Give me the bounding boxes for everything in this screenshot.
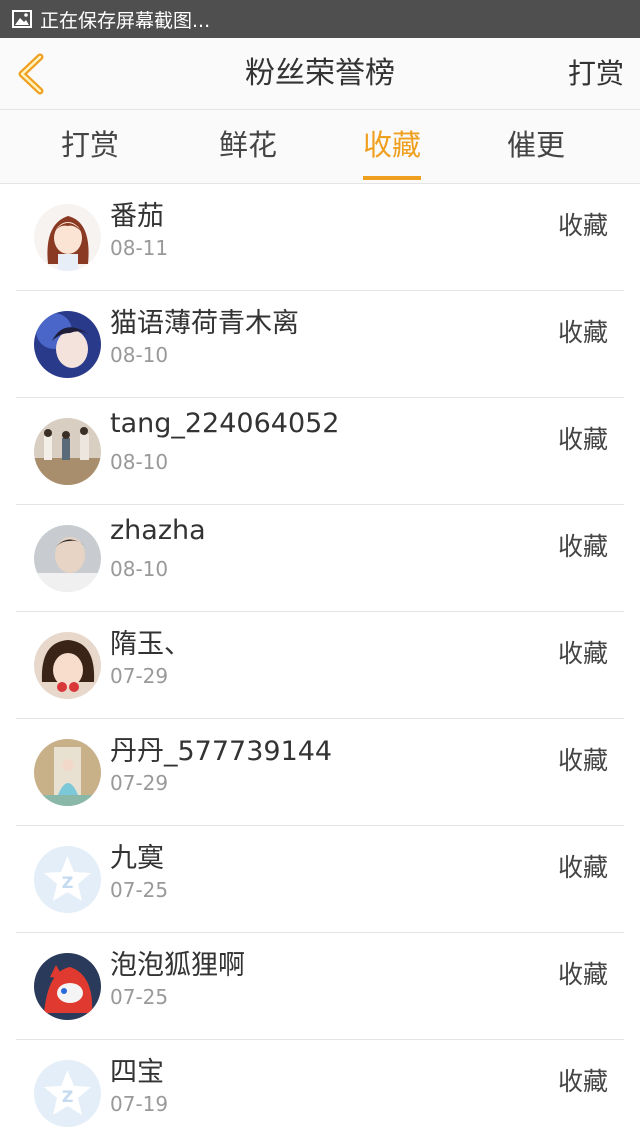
action-label: 收藏: [557, 211, 608, 240]
list-item[interactable]: 猫语薄荷青木离 08-10 收藏: [0, 291, 640, 398]
chevron-left-icon: [18, 53, 44, 95]
tab-collect[interactable]: 收藏: [332, 110, 452, 184]
action-label: 收藏: [557, 425, 608, 454]
list-item[interactable]: Z 四宝 07-19 收藏: [0, 1040, 640, 1138]
action-label: 收藏: [557, 1067, 608, 1096]
date-label: 08-10: [110, 450, 169, 474]
date-label: 08-10: [110, 343, 169, 367]
list-item[interactable]: zhazha 08-10 收藏: [0, 505, 640, 612]
avatar: [34, 204, 101, 271]
status-bar: 正在保存屏幕截图...: [0, 0, 640, 38]
avatar: [34, 953, 101, 1020]
avatar: [34, 632, 101, 699]
user-name: 四宝: [110, 1057, 164, 1088]
tab-label: 收藏: [362, 128, 421, 162]
date-label: 07-25: [110, 878, 169, 902]
image-icon: [12, 10, 32, 28]
tab-underline: [363, 176, 421, 180]
page-title: 粉丝荣誉榜: [245, 56, 395, 91]
tab-label: 打赏: [60, 128, 119, 162]
action-label: 收藏: [557, 318, 608, 347]
tab-label: 催更: [506, 128, 565, 162]
action-label: 收藏: [557, 532, 608, 561]
tab-flowers[interactable]: 鲜花: [188, 110, 308, 184]
list-item[interactable]: 泡泡狐狸啊 07-25 收藏: [0, 933, 640, 1040]
avatar: [34, 311, 101, 378]
date-label: 08-10: [110, 557, 169, 581]
date-label: 07-29: [110, 771, 169, 795]
list-item[interactable]: 丹丹_577739144 07-29 收藏: [0, 719, 640, 826]
back-button[interactable]: [12, 52, 52, 96]
avatar: [34, 739, 101, 806]
list-item[interactable]: tang_224064052 08-10 收藏: [0, 398, 640, 505]
tab-label: 鲜花: [218, 128, 277, 162]
date-label: 07-19: [110, 1092, 169, 1116]
tab-reward[interactable]: 打赏: [30, 110, 150, 184]
default-avatar-icon: Z: [34, 846, 101, 913]
user-name: 猫语薄荷青木离: [110, 308, 299, 339]
svg-text:Z: Z: [62, 1087, 74, 1106]
avatar: [34, 418, 101, 485]
tab-bar: 打赏 鲜花 收藏 催更: [0, 110, 640, 184]
date-label: 07-29: [110, 664, 169, 688]
action-label: 收藏: [557, 960, 608, 989]
avatar: Z: [34, 1060, 101, 1127]
tab-urge[interactable]: 催更: [476, 110, 596, 184]
nav-bar: 粉丝荣誉榜 打赏: [0, 38, 640, 110]
date-label: 08-11: [110, 236, 169, 260]
action-label: 收藏: [557, 639, 608, 668]
user-name: 丹丹_577739144: [110, 736, 333, 767]
user-name: 泡泡狐狸啊: [110, 950, 245, 981]
default-avatar-icon: Z: [34, 1060, 101, 1127]
user-name: zhazha: [110, 515, 206, 546]
fan-list: 番茄 08-11 收藏 猫语薄荷青木离 08-10 收藏 tang_224064…: [0, 184, 640, 1138]
user-name: tang_224064052: [110, 408, 340, 439]
list-item[interactable]: 番茄 08-11 收藏: [0, 184, 640, 291]
list-item[interactable]: Z 九寞 07-25 收藏: [0, 826, 640, 933]
reward-button[interactable]: 打赏: [568, 38, 624, 110]
avatar: Z: [34, 846, 101, 913]
status-text: 正在保存屏幕截图...: [40, 9, 211, 32]
date-label: 07-25: [110, 985, 169, 1009]
avatar: [34, 525, 101, 592]
svg-text:Z: Z: [62, 873, 74, 892]
user-name: 隋玉、: [110, 629, 191, 660]
user-name: 九寞: [110, 843, 164, 874]
user-name: 番茄: [110, 201, 164, 232]
action-label: 收藏: [557, 746, 608, 775]
list-item[interactable]: 隋玉、 07-29 收藏: [0, 612, 640, 719]
action-label: 收藏: [557, 853, 608, 882]
